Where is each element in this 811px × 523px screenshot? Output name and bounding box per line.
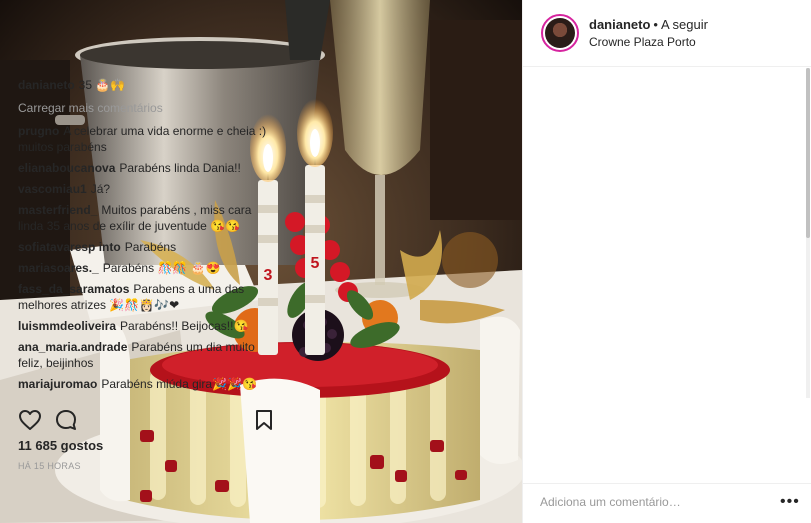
comment-username[interactable]: elianaboucanova — [18, 161, 115, 175]
following-button[interactable]: A seguir — [661, 17, 708, 32]
comment-item: mariajuromao Parabéns miúda gira🎉🎉😘 — [18, 376, 276, 392]
comment-item: mariasoares._ Parabéns 🎊🎊 🎂😍 — [18, 260, 276, 276]
scrollbar-thumb[interactable] — [806, 68, 810, 238]
bookmark-icon[interactable] — [252, 408, 276, 432]
comment-username[interactable]: mariasoares._ — [18, 261, 99, 275]
comment-username[interactable]: luismmdeoliveira — [18, 319, 116, 333]
speech-bubble-icon[interactable] — [54, 408, 78, 432]
comment-username[interactable]: vascomiau1 — [18, 182, 87, 196]
comment-item: luismmdeoliveira Parabéns!! Beijocas!!😘 — [18, 318, 276, 334]
comment-item: elianaboucanova Parabéns linda Dania!! — [18, 160, 276, 176]
heart-outline-icon[interactable] — [18, 408, 42, 432]
comment-item: prugno A celebrar uma vida enorme e cheia… — [18, 123, 276, 155]
comment-item: ana_maria.andrade Parabéns um dia muito f… — [18, 339, 276, 371]
post-header: danianeto • A seguir Crowne Plaza Porto — [523, 0, 811, 67]
caption: danianeto 35 🎂🙌 — [18, 77, 276, 93]
load-more-comments-button[interactable]: Carregar mais comentários — [18, 100, 276, 116]
comment-text: Parabéns — [124, 240, 177, 254]
comment-item: fass_da_saramatos Parabens a uma das melh… — [18, 281, 276, 313]
comment-username[interactable]: mariajuromao — [18, 377, 97, 391]
header-text: danianeto • A seguir Crowne Plaza Porto — [589, 17, 708, 49]
avatar[interactable] — [541, 14, 579, 52]
add-comment-section: ••• — [522, 483, 811, 523]
comment-item: vascomiau1 Já? — [18, 181, 276, 197]
comment-text: Parabéns 🎊🎊 🎂😍 — [102, 261, 221, 275]
caption-text: 35 🎂🙌 — [78, 78, 126, 92]
comment-item: sofiatavaresp into Parabéns — [18, 239, 276, 255]
likes-count[interactable]: 11 685 gostos — [18, 438, 103, 453]
comment-text: Já? — [90, 182, 111, 196]
comment-text: Parabéns!! Beijocas!!😘 — [120, 319, 249, 333]
post-sidebar: danianeto • A seguir Crowne Plaza Porto — [522, 0, 811, 523]
caption-username[interactable]: danianeto — [18, 78, 75, 92]
comment-username[interactable]: prugno — [18, 124, 59, 138]
comment-username[interactable]: fass_da_saramatos — [18, 282, 129, 296]
post-timestamp: HÁ 15 HORAS — [18, 461, 81, 471]
header-username[interactable]: danianeto — [589, 17, 650, 32]
comment-item: masterfriend_ Muitos parabéns , miss cara… — [18, 202, 276, 234]
comment-username[interactable]: ana_maria.andrade — [18, 340, 127, 354]
avatar-image — [545, 18, 575, 48]
comments-scrollbar[interactable] — [806, 68, 810, 398]
location-link[interactable]: Crowne Plaza Porto — [589, 35, 708, 49]
header-line: danianeto • A seguir — [589, 17, 708, 32]
comment-username[interactable]: masterfriend_ — [18, 203, 97, 217]
comment-text: Parabéns miúda gira🎉🎉😘 — [101, 377, 257, 391]
more-options-button[interactable]: ••• — [780, 493, 800, 511]
comment-username[interactable]: sofiatavaresp into — [18, 240, 121, 254]
candle-number-5: 5 — [311, 255, 320, 272]
comment-input[interactable] — [540, 495, 770, 509]
comments-list[interactable]: danianeto 35 🎂🙌 Carregar mais comentários… — [18, 77, 276, 397]
comment-text: Parabéns linda Dania!! — [119, 161, 241, 175]
action-bar — [18, 408, 276, 434]
header-separator: • — [653, 17, 658, 32]
